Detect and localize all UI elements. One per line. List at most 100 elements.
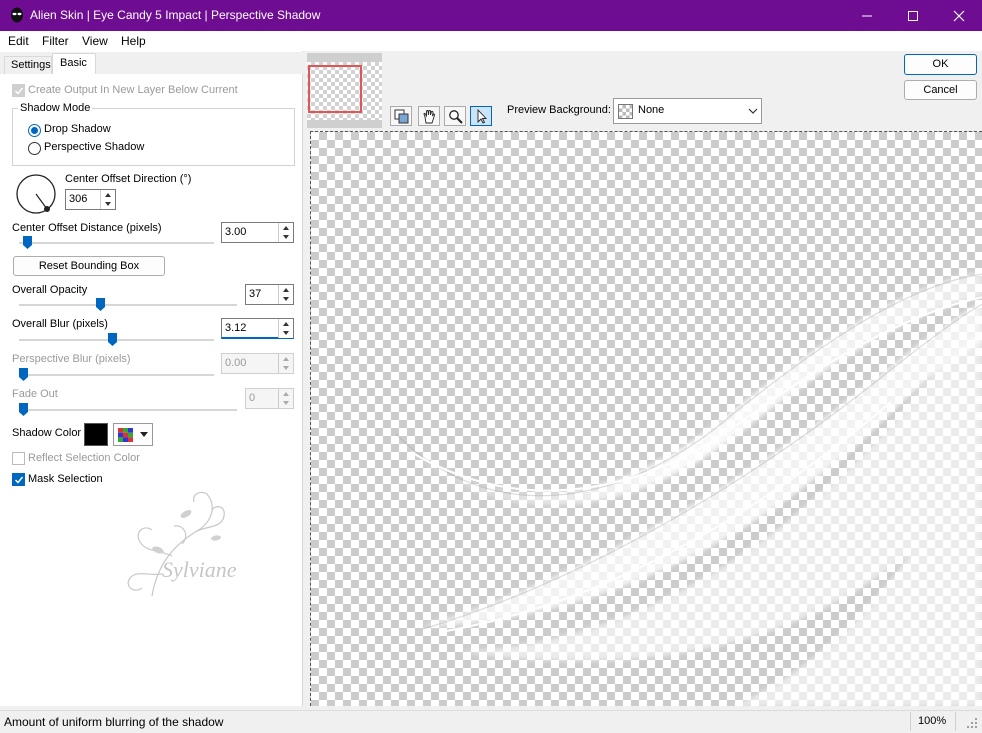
spin-arrows-icon bbox=[283, 322, 289, 335]
fade-out-value: 0 bbox=[249, 392, 256, 404]
checkmark-icon bbox=[14, 476, 24, 484]
create-output-checkbox[interactable] bbox=[12, 84, 25, 97]
fade-out-spin-arrows[interactable] bbox=[278, 389, 293, 408]
window-title: Alien Skin | Eye Candy 5 Impact | Perspe… bbox=[30, 8, 321, 22]
perspective-blur-spin-arrows[interactable] bbox=[278, 354, 293, 373]
fade-out-thumb[interactable] bbox=[19, 403, 28, 416]
preview-toggle-icon bbox=[394, 109, 409, 124]
status-message: Amount of uniform blurring of the shadow bbox=[4, 715, 224, 729]
drop-shadow-label: Drop Shadow bbox=[44, 123, 111, 135]
shadow-mode-label: Shadow Mode bbox=[18, 102, 93, 114]
resize-grip-icon[interactable] bbox=[966, 717, 978, 729]
title-bar: Alien Skin | Eye Candy 5 Impact | Perspe… bbox=[0, 0, 982, 31]
color-palette-button[interactable] bbox=[113, 423, 153, 446]
perspective-shadow-label: Perspective Shadow bbox=[44, 141, 145, 153]
preview-background-label: Preview Background: bbox=[507, 104, 611, 116]
opacity-label: Overall Opacity bbox=[12, 284, 88, 296]
tab-basic[interactable]: Basic bbox=[52, 53, 96, 74]
blur-thumb[interactable] bbox=[108, 333, 118, 346]
direction-spin-arrows[interactable] bbox=[100, 190, 115, 209]
perspective-blur-value: 0.00 bbox=[225, 357, 247, 369]
close-button[interactable] bbox=[936, 0, 982, 31]
minimize-icon bbox=[862, 15, 872, 17]
shadow-color-swatch[interactable] bbox=[84, 423, 108, 446]
direction-label: Center Offset Direction (°) bbox=[65, 173, 192, 185]
spin-arrows-icon bbox=[283, 288, 289, 301]
preview-toggle-button[interactable] bbox=[390, 106, 412, 126]
menu-edit[interactable]: Edit bbox=[8, 34, 29, 48]
blur-label: Overall Blur (pixels) bbox=[12, 318, 108, 330]
minimize-button[interactable] bbox=[844, 0, 890, 31]
maximize-button[interactable] bbox=[890, 0, 936, 31]
status-separator bbox=[955, 712, 956, 731]
direction-value: 306 bbox=[69, 193, 88, 205]
fade-out-label: Fade Out bbox=[12, 388, 58, 400]
mask-selection-label: Mask Selection bbox=[28, 473, 103, 485]
offset-distance-slider[interactable] bbox=[19, 242, 214, 244]
palette-grid-icon bbox=[118, 428, 133, 442]
menu-view[interactable]: View bbox=[82, 34, 108, 48]
alien-skin-icon bbox=[11, 7, 23, 23]
maximize-icon bbox=[908, 11, 918, 21]
pointer-tool-button[interactable] bbox=[470, 106, 492, 126]
opacity-slider[interactable] bbox=[19, 304, 237, 306]
spin-arrows-icon bbox=[283, 392, 289, 405]
dropdown-arrow-icon bbox=[140, 432, 148, 437]
watermark-flourish bbox=[127, 491, 225, 597]
preview-canvas[interactable] bbox=[310, 131, 982, 706]
fade-out-slider[interactable] bbox=[19, 409, 237, 411]
opacity-value: 37 bbox=[249, 288, 262, 300]
menu-filter[interactable]: Filter bbox=[42, 34, 69, 48]
shadow-color-label: Shadow Color bbox=[12, 427, 82, 439]
watermark-text: Sylviane bbox=[162, 557, 237, 582]
opacity-thumb[interactable] bbox=[96, 298, 106, 311]
offset-distance-label: Center Offset Distance (pixels) bbox=[12, 222, 162, 234]
blur-value: 3.12 bbox=[225, 322, 247, 334]
menu-help[interactable]: Help bbox=[121, 34, 146, 48]
checker-swatch-icon bbox=[618, 104, 633, 119]
checkmark-icon bbox=[14, 87, 24, 95]
perspective-blur-slider[interactable] bbox=[19, 374, 214, 376]
fade-out-stepper[interactable]: 0 bbox=[245, 388, 294, 409]
perspective-blur-label: Perspective Blur (pixels) bbox=[12, 353, 131, 365]
spin-arrows-icon bbox=[283, 226, 289, 239]
zoom-level: 100% bbox=[918, 715, 947, 727]
magnifier-icon bbox=[449, 110, 463, 124]
create-output-label: Create Output In New Layer Below Current bbox=[28, 84, 238, 96]
navigator-view-rect[interactable] bbox=[308, 65, 362, 113]
direction-dial[interactable] bbox=[15, 173, 59, 217]
status-separator bbox=[910, 712, 911, 731]
reflect-selection-label: Reflect Selection Color bbox=[28, 452, 140, 464]
close-icon bbox=[953, 10, 965, 22]
spin-arrows-icon bbox=[105, 193, 111, 206]
tab-settings[interactable]: Settings bbox=[4, 56, 52, 74]
perspective-blur-thumb[interactable] bbox=[19, 368, 28, 381]
offset-distance-value: 3.00 bbox=[225, 226, 247, 238]
perspective-shadow-radio[interactable] bbox=[28, 142, 41, 155]
hand-icon bbox=[423, 109, 435, 124]
opacity-stepper[interactable]: 37 bbox=[245, 284, 294, 305]
cancel-button[interactable]: Cancel bbox=[904, 80, 977, 100]
zoom-tool-button[interactable] bbox=[444, 106, 466, 126]
reflect-selection-checkbox[interactable] bbox=[12, 452, 25, 465]
preview-background-value: None bbox=[638, 104, 665, 116]
perspective-blur-stepper[interactable]: 0.00 bbox=[221, 353, 294, 374]
blur-spin-arrows[interactable] bbox=[278, 319, 293, 338]
offset-distance-stepper[interactable]: 3.00 bbox=[221, 222, 294, 243]
preview-background-select[interactable]: None bbox=[613, 98, 762, 124]
reset-bounding-box-button[interactable]: Reset Bounding Box bbox=[13, 256, 165, 276]
preview-image bbox=[391, 272, 982, 706]
hand-tool-button[interactable] bbox=[418, 106, 440, 126]
cursor-arrow-icon bbox=[477, 109, 488, 124]
chevron-down-icon bbox=[748, 108, 758, 114]
direction-stepper[interactable]: 306 bbox=[65, 189, 116, 210]
blur-stepper[interactable]: 3.12 bbox=[221, 318, 294, 339]
menu-bar: Edit Filter View Help bbox=[0, 31, 982, 51]
offset-distance-thumb[interactable] bbox=[22, 236, 32, 249]
shadow-mode-group bbox=[12, 108, 295, 166]
opacity-spin-arrows[interactable] bbox=[278, 285, 293, 304]
drop-shadow-radio[interactable] bbox=[28, 124, 41, 137]
mask-selection-checkbox[interactable] bbox=[12, 473, 25, 486]
ok-button[interactable]: OK bbox=[904, 54, 977, 75]
offset-distance-spin-arrows[interactable] bbox=[278, 223, 293, 242]
